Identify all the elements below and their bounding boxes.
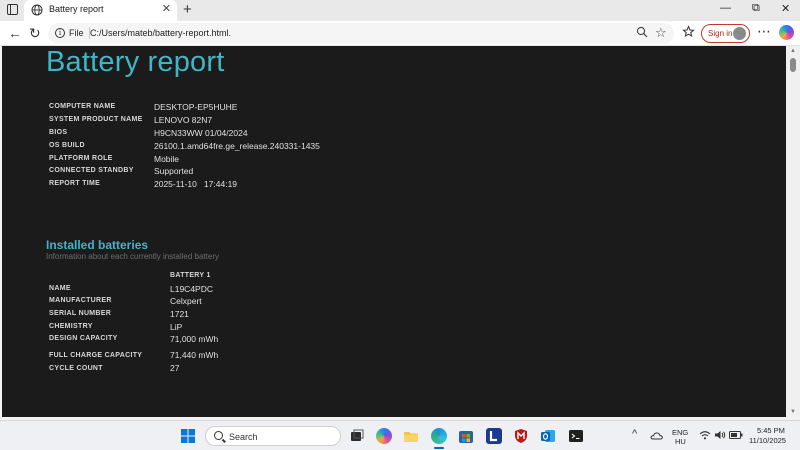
battery-value: 27 xyxy=(170,363,180,373)
taskbar-search[interactable]: Search xyxy=(205,426,341,446)
navigation-bar: ← ↻ i File C:/Users/mateb/battery-report… xyxy=(0,21,800,46)
tab-close-icon[interactable]: ✕ xyxy=(162,2,171,15)
battery-value: 71,000 mWh xyxy=(170,334,219,344)
wifi-icon[interactable] xyxy=(699,430,711,440)
address-scheme-label: File xyxy=(69,28,84,38)
address-bar[interactable]: i File C:/Users/mateb/battery-report.htm… xyxy=(48,23,674,44)
info-value: 2025-11-10 17:44:19 xyxy=(154,179,238,189)
onedrive-cloud-icon[interactable] xyxy=(650,430,663,440)
info-value: DESKTOP-EP5HUHE xyxy=(154,102,238,112)
info-value: LENOVO 82N7 xyxy=(154,115,213,125)
new-tab-button[interactable]: + xyxy=(183,1,192,18)
lenovo-vantage-icon[interactable] xyxy=(486,428,502,444)
sign-in-label: Sign in xyxy=(708,29,733,38)
tab-battery-report[interactable]: Battery report ✕ xyxy=(24,0,177,21)
info-label: REPORT TIME xyxy=(49,180,101,187)
favorite-star-icon[interactable]: ☆ xyxy=(655,25,667,41)
battery-label: NAME xyxy=(49,285,71,292)
battery-label: MANUFACTURER xyxy=(49,297,112,304)
info-label: BIOS xyxy=(49,129,68,136)
info-value: Supported xyxy=(154,166,194,176)
info-icon[interactable]: i xyxy=(55,28,65,38)
close-window-button[interactable]: ✕ xyxy=(781,2,790,15)
maximize-button[interactable]: ⧉ xyxy=(752,2,760,15)
battery-label: SERIAL NUMBER xyxy=(49,310,112,317)
page-title: Battery report xyxy=(46,46,225,78)
copilot-icon[interactable] xyxy=(779,25,794,40)
battery-value: LiP xyxy=(170,322,183,332)
battery-report-page: Battery report COMPUTER NAME DESKTOP-EP5… xyxy=(2,46,786,417)
battery-value: 1721 xyxy=(170,309,189,319)
info-label: CONNECTED STANDBY xyxy=(49,167,134,174)
info-label: COMPUTER NAME xyxy=(49,103,116,110)
minimize-button[interactable]: — xyxy=(720,2,731,14)
globe-icon xyxy=(31,4,43,16)
info-value: 26100.1.amd64fre.ge_release.240331-1435 xyxy=(154,141,320,151)
avatar xyxy=(733,27,746,40)
sign-in-button[interactable]: Sign in xyxy=(701,24,750,43)
battery-value: 71,440 mWh xyxy=(170,350,219,360)
sidebar-toggle-icon[interactable] xyxy=(7,4,18,15)
battery-label: CHEMISTRY xyxy=(49,323,93,330)
microsoft-store-icon[interactable] xyxy=(458,428,474,444)
active-app-indicator xyxy=(434,447,444,449)
terminal-icon[interactable] xyxy=(568,428,584,444)
section-subtitle: Information about each currently install… xyxy=(46,252,219,261)
scroll-down-icon[interactable]: ▼ xyxy=(790,409,796,415)
volume-icon[interactable] xyxy=(714,430,726,440)
refresh-button[interactable]: ↻ xyxy=(29,24,41,42)
info-label: OS BUILD xyxy=(49,142,85,149)
file-explorer-icon[interactable] xyxy=(403,428,419,444)
zoom-icon[interactable] xyxy=(636,26,648,38)
battery-label: CYCLE COUNT xyxy=(49,365,103,372)
url-text[interactable]: C:/Users/mateb/battery-report.html. xyxy=(90,28,231,38)
scroll-thumb[interactable] xyxy=(790,58,796,72)
battery-value: Celxpert xyxy=(170,296,202,306)
tab-title: Battery report xyxy=(49,4,104,14)
edge-icon[interactable] xyxy=(431,428,447,444)
back-button[interactable]: ← xyxy=(8,24,22,42)
info-label: SYSTEM PRODUCT NAME xyxy=(49,116,143,123)
battery-label: FULL CHARGE CAPACITY xyxy=(49,352,143,359)
info-value: H9CN33WW 01/04/2024 xyxy=(154,128,248,138)
search-icon xyxy=(214,431,223,440)
task-view-icon[interactable] xyxy=(349,428,365,444)
windows-start-icon[interactable] xyxy=(180,428,196,444)
battery-icon[interactable] xyxy=(729,430,743,440)
info-label: PLATFORM ROLE xyxy=(49,155,113,162)
search-placeholder: Search xyxy=(229,432,258,442)
clock-date[interactable]: 11/10/2025 xyxy=(749,436,786,445)
vertical-scrollbar[interactable]: ▲ ▼ xyxy=(786,46,800,417)
region-indicator[interactable]: HU xyxy=(675,437,686,446)
tab-strip: Battery report ✕ + — ⧉ ✕ xyxy=(0,0,800,21)
scroll-up-icon[interactable]: ▲ xyxy=(790,48,796,54)
favorites-icon[interactable] xyxy=(682,25,695,38)
mcafee-icon[interactable] xyxy=(513,428,529,444)
more-options-icon[interactable]: ⋯ xyxy=(757,23,771,40)
battery-value: L19C4PDC xyxy=(170,284,213,294)
section-title-installed-batteries: Installed batteries xyxy=(46,238,149,252)
taskbar: Search ^ ENG HU 5:45 PM 11/10/2025 xyxy=(0,420,800,450)
battery-label: DESIGN CAPACITY xyxy=(49,335,118,342)
info-value: Mobile xyxy=(154,154,180,164)
clock-time[interactable]: 5:45 PM xyxy=(757,426,785,435)
copilot-app-icon[interactable] xyxy=(376,428,392,444)
show-hidden-icons-icon[interactable]: ^ xyxy=(632,428,637,440)
battery-column-header: BATTERY 1 xyxy=(170,272,211,279)
outlook-icon[interactable] xyxy=(540,428,556,444)
language-indicator[interactable]: ENG xyxy=(672,428,688,437)
